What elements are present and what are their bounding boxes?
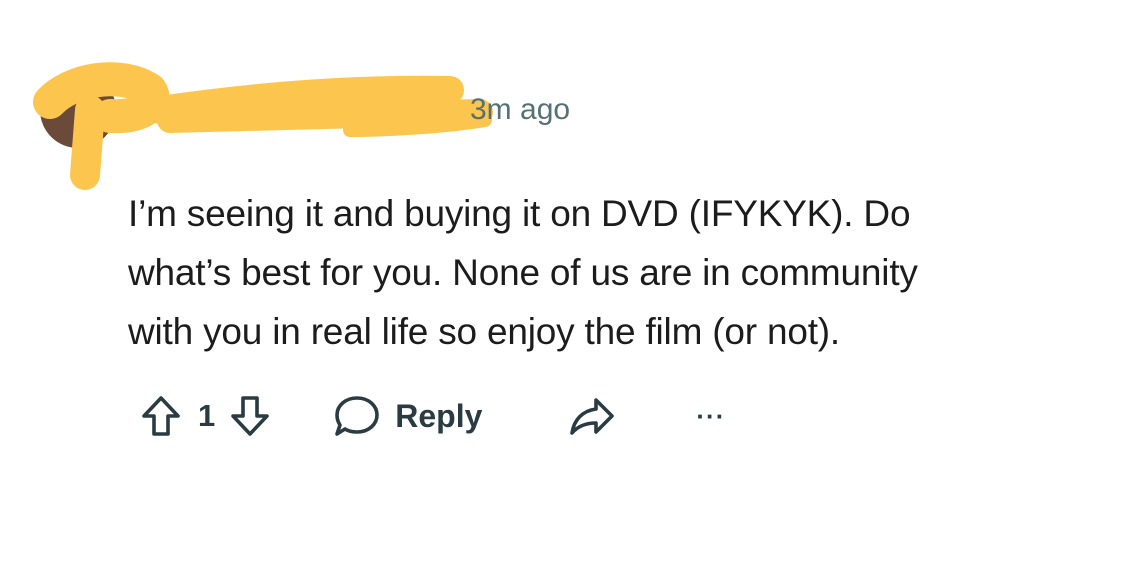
speech-bubble-icon: [335, 396, 380, 436]
upvote-button[interactable]: [140, 394, 182, 438]
comment-body-line: what’s best for you. None of us are in c…: [128, 252, 918, 293]
downvote-button[interactable]: [229, 394, 271, 438]
upvote-icon: [142, 396, 180, 436]
comment-actions: 1 Reply ···: [140, 388, 725, 444]
share-button[interactable]: [568, 396, 616, 436]
comment-body-line: I’m seeing it and buying it on DVD (IFYK…: [128, 193, 911, 234]
downvote-icon: [231, 396, 270, 436]
reply-label: Reply: [395, 397, 483, 434]
vote-count: 1: [198, 398, 216, 433]
redaction-scribble: [33, 62, 493, 190]
share-arrow-icon: [570, 398, 615, 435]
comment-body-line: with you in real life so enjoy the film …: [128, 311, 841, 352]
more-options-button[interactable]: ···: [696, 401, 726, 431]
comment-body: I’m seeing it and buying it on DVD (IFYK…: [128, 184, 1108, 361]
timestamp: 3m ago: [470, 93, 571, 126]
more-dots-icon: ···: [696, 401, 726, 431]
comment: 3m ago I’m seeing it and buying it on DV…: [0, 0, 1128, 567]
reply-button[interactable]: Reply: [333, 394, 482, 438]
